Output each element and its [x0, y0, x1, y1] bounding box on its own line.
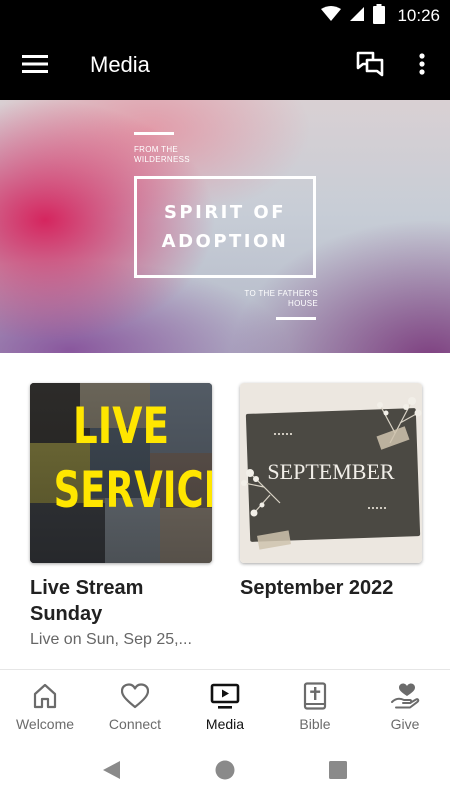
live-text-line2: SERVICE [53, 461, 212, 519]
status-icons: 10:26 [321, 3, 440, 29]
more-options-button[interactable] [408, 48, 436, 84]
back-triangle-icon [100, 759, 122, 786]
nav-label: Bible [299, 716, 331, 732]
nav-label: Welcome [15, 716, 75, 732]
app-bar: Media [0, 32, 450, 100]
banner-title-line2: ADOPTION [161, 231, 289, 252]
banner-title-line1: SPIRIT OF [163, 202, 287, 223]
card-title: Live Stream Sunday [30, 577, 144, 625]
status-time: 10:26 [397, 6, 440, 25]
banner-title-box: SPIRIT OF ADOPTION [134, 176, 316, 278]
wifi-icon [321, 5, 342, 27]
nav-item-media[interactable]: Media [180, 670, 270, 743]
nav-item-give[interactable]: Give [360, 670, 450, 743]
menu-button[interactable] [14, 46, 56, 86]
status-bar: 10:26 [0, 0, 450, 32]
media-card-september[interactable]: SEPTEMBER September 2022 [240, 383, 422, 601]
give-hand-heart-icon [390, 681, 420, 711]
nav-item-connect[interactable]: Connect [90, 670, 180, 743]
chat-icon [356, 51, 384, 82]
banner-divider-top [134, 132, 174, 135]
recents-button[interactable] [325, 759, 351, 785]
signal-icon [349, 6, 365, 27]
banner-top-text: FROM THE WILDERNESS [134, 145, 190, 164]
nav-label: Give [390, 716, 420, 732]
system-navigation-bar [0, 743, 450, 800]
chat-button[interactable] [350, 48, 390, 84]
september-thumbnail[interactable]: SEPTEMBER [240, 383, 422, 563]
live-service-graphic-text: LIVE SERVICE [30, 395, 212, 523]
home-icon [30, 681, 60, 711]
bible-icon [300, 681, 330, 711]
live-service-thumbnail[interactable]: LIVE SERVICE [30, 383, 212, 563]
back-button[interactable] [98, 759, 124, 785]
battery-icon [373, 3, 386, 29]
media-card-live-stream[interactable]: LIVE SERVICE Live Stream Sunday Live on … [30, 383, 212, 649]
september-graphic-text: SEPTEMBER [267, 459, 395, 484]
nav-item-bible[interactable]: Bible [270, 670, 360, 743]
home-circle-icon [214, 759, 236, 786]
card-subtitle: Live on Sun, Sep 25,... [30, 631, 192, 648]
page-title: Media [90, 52, 150, 77]
more-vert-icon [419, 52, 425, 80]
media-tv-icon [210, 681, 240, 711]
heart-icon [120, 681, 150, 711]
card-title: September 2022 [240, 577, 394, 599]
nav-label: Connect [108, 716, 162, 732]
menu-icon [22, 54, 48, 79]
bottom-navigation: Welcome Connect Media Bible Give [0, 669, 450, 743]
live-text-line1: LIVE [72, 397, 170, 455]
home-button[interactable] [212, 759, 238, 785]
banner-bottom-text: TO THE FATHER'S HOUSE [244, 289, 318, 308]
banner-divider-bottom [276, 317, 316, 320]
featured-banner[interactable]: FROM THE WILDERNESS SPIRIT OF ADOPTION T… [0, 100, 450, 353]
recents-square-icon [327, 759, 349, 786]
nav-label: Media [205, 716, 245, 732]
nav-item-welcome[interactable]: Welcome [0, 670, 90, 743]
